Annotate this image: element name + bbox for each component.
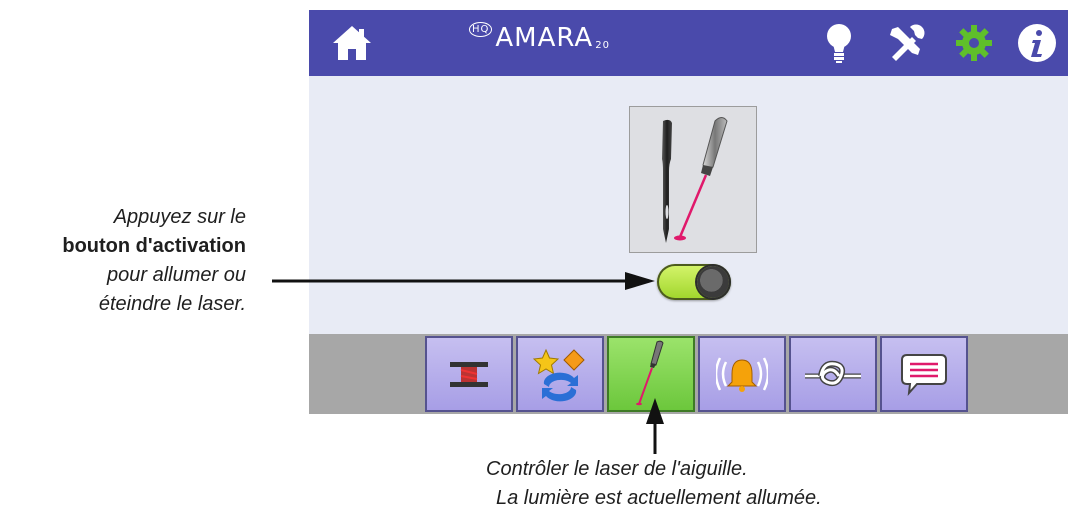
logo-text: AMARA [495,23,594,53]
tools-button[interactable] [881,18,931,68]
logo-prefix: HQ [469,22,493,37]
gear-icon [956,25,992,61]
tab-messages[interactable] [880,336,968,412]
star-diamond-swap-icon [532,348,585,402]
tab-knot[interactable] [789,336,877,412]
info-icon [1018,24,1056,62]
tab-description: Contrôler le laser de l'aiguille. La lum… [486,455,822,513]
instruction-line-4: éteindre le laser. [98,293,246,315]
tab-thread[interactable] [425,336,513,412]
home-icon [333,26,371,60]
tab-favorites-swap[interactable] [516,336,604,412]
amara-logo: HQ AMARA 20 [469,22,610,53]
logo-suffix: 20 [595,40,610,51]
instruction-line-2: bouton d'activation [62,235,246,257]
tips-button[interactable] [814,18,864,68]
message-icon [901,354,947,397]
settings-button[interactable] [949,18,999,68]
description-line-2: La lumière est actuellement allumée. [496,487,822,509]
tools-icon [890,24,925,61]
home-button[interactable] [327,18,377,68]
toggle-instruction: Appuyez sur le bouton d'activation pour … [0,203,246,319]
instruction-line-3: pour allumer ou [107,264,246,286]
laser-toggle-switch[interactable] [657,264,731,300]
knot-icon [805,360,861,387]
info-button[interactable] [1012,18,1062,68]
lightbulb-icon [827,24,851,63]
tab-pointer-arrow [646,398,664,454]
thread-spool-icon [450,362,488,387]
needle-laser-icon [662,117,728,243]
top-bar: HQ AMARA 20 [309,10,1068,76]
toggle-pointer-arrow [272,272,655,290]
needle-laser-image [629,106,757,253]
toggle-knob [697,266,729,298]
instruction-line-1: Appuyez sur le [113,206,246,228]
description-line-1: Contrôler le laser de l'aiguille. [486,458,748,480]
machine-screen: HQ AMARA 20 [309,10,1068,414]
tab-alarm[interactable] [698,336,786,412]
alarm-bell-icon [716,357,768,392]
